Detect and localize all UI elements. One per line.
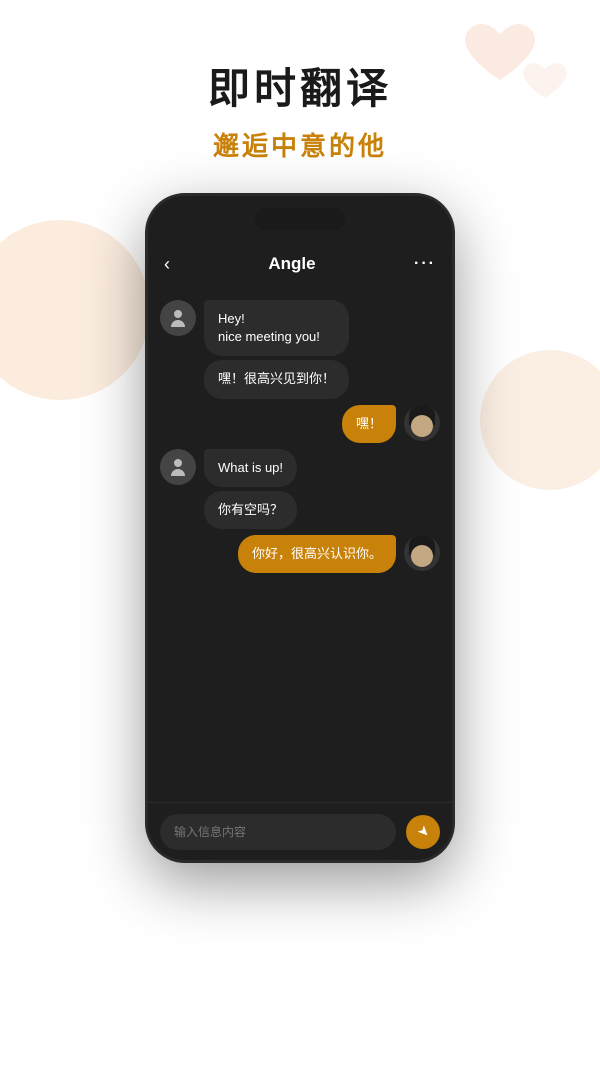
avatar-person-icon xyxy=(169,309,187,327)
hero-section: 即时翻译 邂逅中意的他 xyxy=(0,0,600,193)
hero-subtitle: 邂逅中意的他 xyxy=(0,126,600,163)
chat-body: Hey! nice meeting you! 嘿！很高兴见到你！ xyxy=(148,288,452,802)
message-bubble-group-2: 嘿！ xyxy=(342,405,396,443)
message-input[interactable] xyxy=(160,814,396,850)
self-avatar-4 xyxy=(404,535,440,571)
chat-title: Angle xyxy=(268,254,315,274)
message-row-1: Hey! nice meeting you! 嘿！很高兴见到你！ xyxy=(160,300,440,399)
sender-avatar-1 xyxy=(160,300,196,336)
send-button[interactable]: ➤ xyxy=(406,815,440,849)
chat-header: ‹ Angle ··· xyxy=(148,240,452,288)
avatar-face-4 xyxy=(411,545,433,567)
phone-frame: ‹ Angle ··· Hey! nice meeting you! xyxy=(145,193,455,863)
send-icon: ➤ xyxy=(414,821,434,841)
message-bubble-group-4: 你好，很高兴认识你。 xyxy=(238,535,396,573)
self-avatar-2 xyxy=(404,405,440,441)
message-bubble-4: 你好，很高兴认识你。 xyxy=(238,535,396,573)
message-bubble-group-1: Hey! nice meeting you! 嘿！很高兴见到你！ xyxy=(204,300,349,399)
chat-input-area: ➤ xyxy=(148,802,452,860)
hero-title: 即时翻译 xyxy=(0,55,600,116)
avatar-face xyxy=(411,415,433,437)
back-button[interactable]: ‹ xyxy=(164,254,170,275)
translation-bubble-3: 你有空吗？ xyxy=(204,491,297,529)
message-row-4: 你好，很高兴认识你。 xyxy=(160,535,440,573)
sender-avatar-3 xyxy=(160,449,196,485)
more-options-button[interactable]: ··· xyxy=(414,255,436,273)
phone-notch xyxy=(255,208,345,230)
message-row-2: 嘿！ xyxy=(160,405,440,443)
message-bubble-1: Hey! nice meeting you! xyxy=(204,300,349,356)
message-row-3: What is up! 你有空吗？ xyxy=(160,449,440,529)
message-bubble-2: 嘿！ xyxy=(342,405,396,443)
phone-screen: ‹ Angle ··· Hey! nice meeting you! xyxy=(148,196,452,860)
translation-bubble-1: 嘿！很高兴见到你！ xyxy=(204,360,349,398)
message-bubble-group-3: What is up! 你有空吗？ xyxy=(204,449,297,529)
avatar-person-icon-3 xyxy=(169,458,187,476)
phone-wrapper: ‹ Angle ··· Hey! nice meeting you! xyxy=(0,193,600,863)
message-bubble-3: What is up! xyxy=(204,449,297,487)
